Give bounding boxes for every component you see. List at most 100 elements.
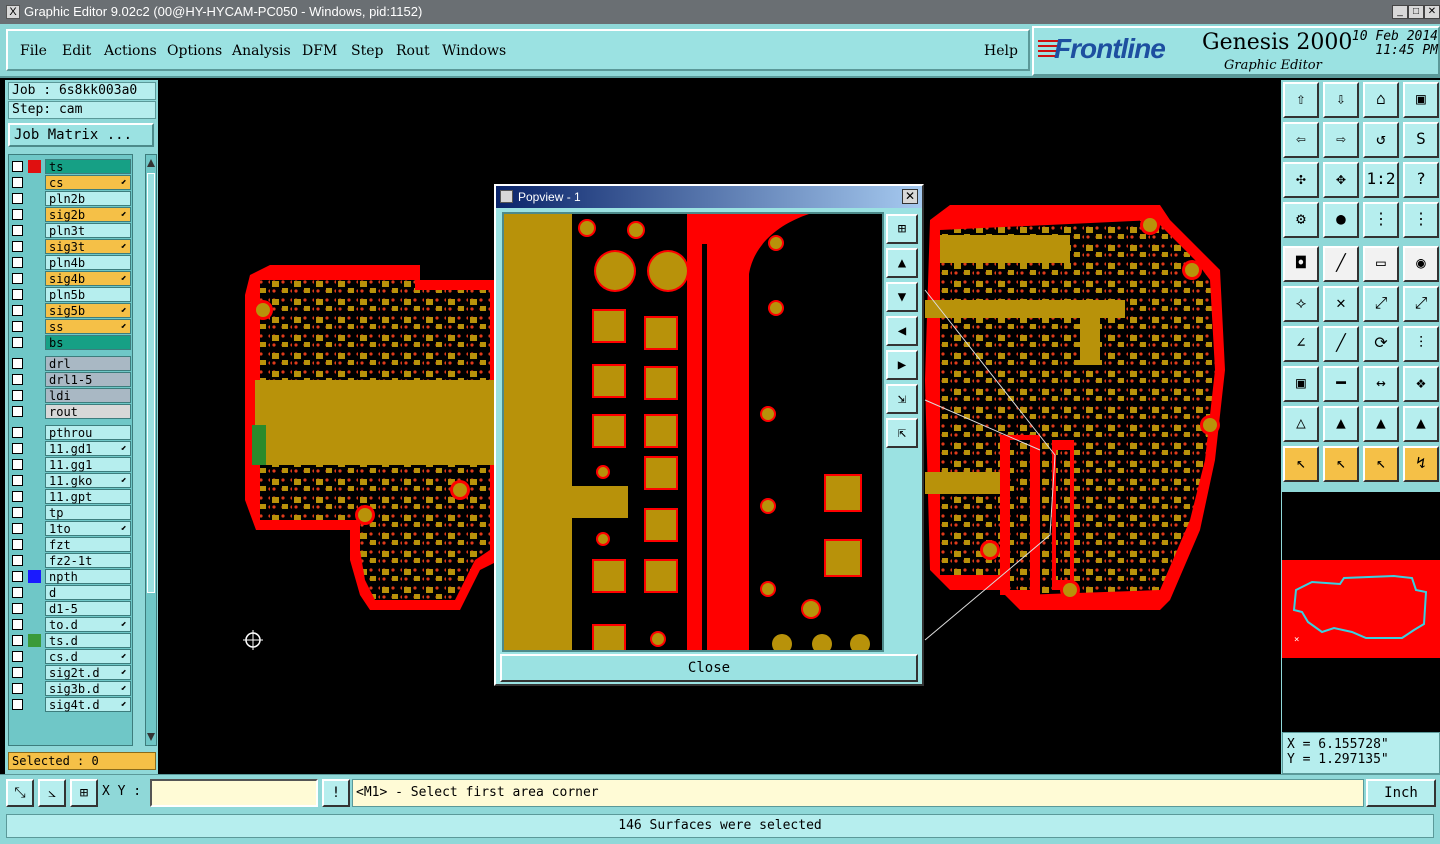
pad-link-icon[interactable]: ⤢ bbox=[1403, 286, 1439, 322]
layer-name[interactable]: sig4b ⬋ bbox=[45, 271, 131, 286]
layer-row[interactable]: 11.gg1 bbox=[9, 457, 132, 472]
pad-connect-icon[interactable]: ⤢ bbox=[1363, 286, 1399, 322]
layer-color-swatch[interactable] bbox=[28, 272, 41, 285]
layer-color-swatch[interactable] bbox=[28, 538, 41, 551]
undo-zoom-icon[interactable]: ↺ bbox=[1363, 122, 1399, 158]
layer-name[interactable]: sig4t.d ⬋ bbox=[45, 697, 131, 712]
menu-help[interactable]: Help bbox=[984, 43, 1018, 59]
layer-color-swatch[interactable] bbox=[28, 320, 41, 333]
layer-color-swatch[interactable] bbox=[28, 586, 41, 599]
scroll-up-icon[interactable] bbox=[147, 157, 155, 167]
units-selector[interactable]: Inch bbox=[1366, 779, 1436, 807]
popview-pan-down-icon[interactable]: ▼ bbox=[886, 282, 918, 312]
angle-snap-icon[interactable]: ⦣ bbox=[38, 779, 66, 807]
layer-checkbox[interactable] bbox=[12, 491, 23, 502]
layer-color-swatch[interactable] bbox=[28, 618, 41, 631]
layer-name[interactable]: pln4b bbox=[45, 255, 131, 270]
layer-color-swatch[interactable] bbox=[28, 666, 41, 679]
layer-color-swatch[interactable] bbox=[28, 650, 41, 663]
layer-color-swatch[interactable] bbox=[28, 474, 41, 487]
layer-name[interactable]: bs bbox=[45, 335, 131, 350]
slope-icon[interactable]: ╱ bbox=[1323, 326, 1359, 362]
layer-checkbox[interactable] bbox=[12, 587, 23, 598]
layer-row[interactable]: 11.gko ⬋ bbox=[9, 473, 132, 488]
scroll-down-icon[interactable] bbox=[147, 733, 155, 743]
xy-input[interactable] bbox=[150, 779, 318, 807]
layer-checkbox[interactable] bbox=[12, 427, 23, 438]
zoom-home-icon[interactable]: ⇧ bbox=[1283, 82, 1319, 118]
popview-zoom-out-icon[interactable]: ⇱ bbox=[886, 418, 918, 448]
layer-color-swatch[interactable] bbox=[28, 442, 41, 455]
pointer-circle-icon[interactable]: ↖ bbox=[1363, 446, 1399, 482]
layer-checkbox[interactable] bbox=[12, 555, 23, 566]
layer-name[interactable]: d1-5 bbox=[45, 601, 131, 616]
layer-color-swatch[interactable] bbox=[28, 634, 41, 647]
box-select-icon[interactable]: ▣ bbox=[1283, 366, 1319, 402]
layer-color-swatch[interactable] bbox=[28, 288, 41, 301]
layer-checkbox[interactable] bbox=[12, 571, 23, 582]
layer-color-swatch[interactable] bbox=[28, 373, 41, 386]
overview-map[interactable]: × bbox=[1282, 492, 1440, 732]
layer-name[interactable]: sig2t.d ⬋ bbox=[45, 665, 131, 680]
popview-close-icon[interactable]: ✕ bbox=[902, 189, 918, 204]
pointer-icon[interactable]: ↖ bbox=[1283, 446, 1319, 482]
menu-analysis[interactable]: Analysis bbox=[232, 43, 291, 59]
layer-color-swatch[interactable] bbox=[28, 176, 41, 189]
layer-name[interactable]: 11.gpt bbox=[45, 489, 131, 504]
layer-checkbox[interactable] bbox=[12, 523, 23, 534]
layer-name[interactable]: drl1-5 bbox=[45, 372, 131, 387]
layer-color-swatch[interactable] bbox=[28, 389, 41, 402]
layer-row[interactable]: pthrou bbox=[9, 425, 132, 440]
layer-row[interactable]: 11.gpt bbox=[9, 489, 132, 504]
layer-color-swatch[interactable] bbox=[28, 506, 41, 519]
layer-checkbox[interactable] bbox=[12, 683, 23, 694]
redraw-icon[interactable]: S bbox=[1403, 122, 1439, 158]
layer-name[interactable]: fzt bbox=[45, 537, 131, 552]
layer-color-swatch[interactable] bbox=[28, 304, 41, 317]
layer-color-swatch[interactable] bbox=[28, 208, 41, 221]
layer-name[interactable]: 1to ⬋ bbox=[45, 521, 131, 536]
layer-row[interactable]: ss ⬋ bbox=[9, 319, 132, 334]
layer-checkbox[interactable] bbox=[12, 374, 23, 385]
menu-edit[interactable]: Edit bbox=[62, 43, 91, 59]
layer-row[interactable]: drl bbox=[9, 356, 132, 371]
netlist-compare-icon[interactable]: ⋮ bbox=[1403, 202, 1439, 238]
maximize-button[interactable]: □ bbox=[1408, 5, 1424, 19]
snap-icon[interactable]: ⚙ bbox=[1283, 202, 1319, 238]
fit-screen-icon[interactable]: ✣ bbox=[1283, 162, 1319, 198]
layer-checkbox[interactable] bbox=[12, 699, 23, 710]
layer-checkbox[interactable] bbox=[12, 177, 23, 188]
layer-color-swatch[interactable] bbox=[28, 602, 41, 615]
pan-right-icon[interactable]: ⇨ bbox=[1323, 122, 1359, 158]
layer-name[interactable]: sig5b ⬋ bbox=[45, 303, 131, 318]
layer-checkbox[interactable] bbox=[12, 193, 23, 204]
triangle-span-icon[interactable]: ▲ bbox=[1403, 406, 1439, 442]
layer-name[interactable]: 11.gg1 bbox=[45, 457, 131, 472]
layer-checkbox[interactable] bbox=[12, 321, 23, 332]
layer-name[interactable]: pthrou bbox=[45, 425, 131, 440]
menu-actions[interactable]: Actions bbox=[104, 43, 157, 59]
popview-pan-right-icon[interactable]: ▶ bbox=[886, 350, 918, 380]
layer-name[interactable]: ss ⬋ bbox=[45, 319, 131, 334]
layer-name[interactable]: d bbox=[45, 585, 131, 600]
layer-checkbox[interactable] bbox=[12, 635, 23, 646]
center-icon[interactable]: ✥ bbox=[1323, 162, 1359, 198]
arc-icon[interactable]: ⟳ bbox=[1363, 326, 1399, 362]
layer-row[interactable]: pln2b bbox=[9, 191, 132, 206]
triangle-arrow-icon[interactable]: ▲ bbox=[1363, 406, 1399, 442]
scale-one-to-two-icon[interactable]: 1:2 bbox=[1363, 162, 1399, 198]
layer-checkbox[interactable] bbox=[12, 667, 23, 678]
menu-step[interactable]: Step bbox=[351, 43, 383, 59]
layer-checkbox[interactable] bbox=[12, 209, 23, 220]
components-icon[interactable]: ❖ bbox=[1403, 366, 1439, 402]
layer-checkbox[interactable] bbox=[12, 443, 23, 454]
popview-close-button[interactable]: Close bbox=[500, 654, 918, 682]
cross-tool-icon[interactable]: ✕ bbox=[1323, 286, 1359, 322]
layer-row[interactable]: pln3t bbox=[9, 223, 132, 238]
layer-checkbox[interactable] bbox=[12, 390, 23, 401]
zoom-down-icon[interactable]: ⇩ bbox=[1323, 82, 1359, 118]
layer-row[interactable]: sig4t.d ⬋ bbox=[9, 697, 132, 712]
layer-row[interactable]: sig4b ⬋ bbox=[9, 271, 132, 286]
menu-dfm[interactable]: DFM bbox=[302, 43, 337, 59]
layer-row[interactable]: sig5b ⬋ bbox=[9, 303, 132, 318]
